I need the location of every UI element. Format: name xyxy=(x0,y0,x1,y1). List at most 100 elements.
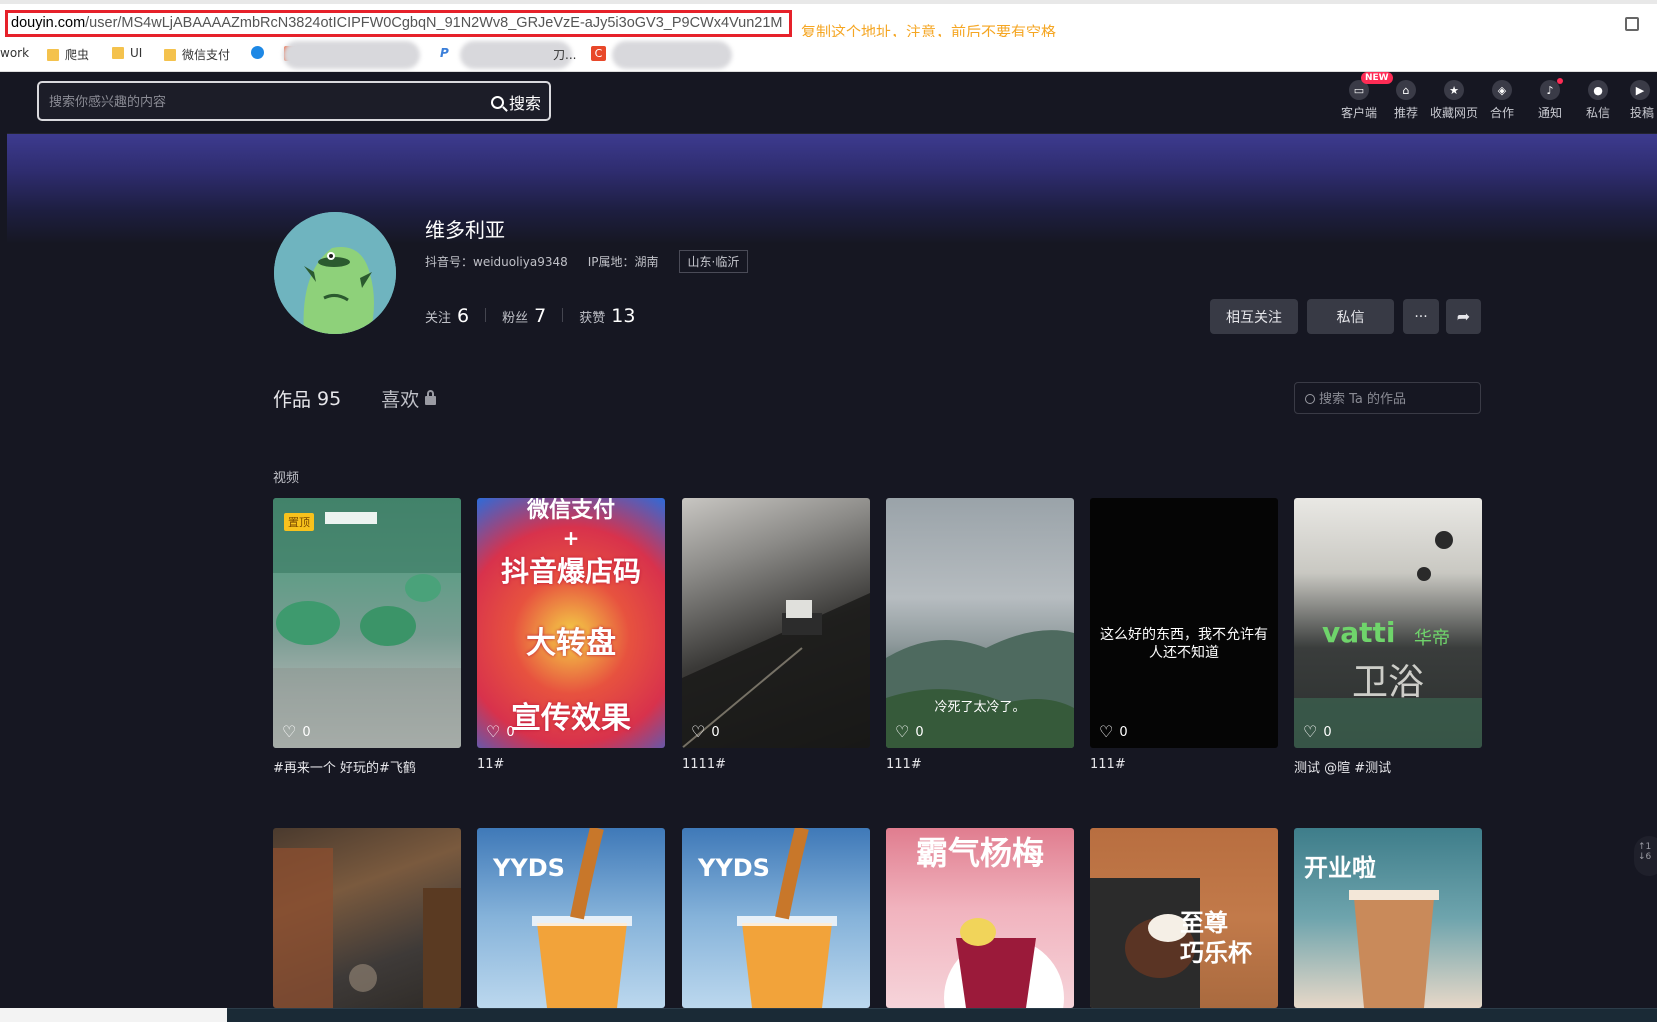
douyin-id: 抖音号：weiduoliya9348 xyxy=(425,255,568,269)
extension-icon[interactable] xyxy=(1625,17,1639,31)
url-field[interactable]: douyin.com/user/MS4wLjABAAAAZmbRcN3824ot… xyxy=(5,10,792,37)
like-count: ♡ 0 xyxy=(282,722,311,741)
video-thumbnail: 置顶 ♡ 0 xyxy=(273,498,461,748)
video-caption: 11# xyxy=(477,757,505,772)
bookmark-crawler[interactable]: 爬虫 xyxy=(47,46,89,63)
video-card[interactable]: vatti 华帝 卫浴 ♡ 0 测试 @暄 #测试 xyxy=(1294,498,1482,776)
video-thumbnail: 微信支付 + 抖音爆店码 大转盘 宣传效果 ♡ 0 xyxy=(477,498,665,748)
nav-messages[interactable]: ● 私信 xyxy=(1574,80,1622,121)
thumb-text: 抖音爆店码 xyxy=(500,555,641,588)
thumb-art xyxy=(273,848,461,1008)
divider xyxy=(562,308,564,322)
profile-tabs: 作品 95 喜欢 xyxy=(273,385,437,412)
site-header: 搜索 ▭NEW 客户端 ⌂ 推荐 ★ 收藏网页 ◈ 合作 ♪ 通知 ● 私信 ▶ xyxy=(7,72,1657,134)
c-icon: C xyxy=(591,46,606,61)
video-thumbnail xyxy=(273,828,461,1008)
video-card[interactable]: 这么好的东西，我不允许有人还不知道 ♡ 0 111# xyxy=(1090,498,1278,772)
stat-likes: 获赞 13 xyxy=(579,305,636,327)
video-caption: 111# xyxy=(886,757,922,772)
heart-icon: ♡ xyxy=(1099,722,1114,741)
profile-name: 维多利亚 xyxy=(425,218,505,242)
handshake-icon: ◈ xyxy=(1492,80,1512,100)
stat-following[interactable]: 关注 6 xyxy=(425,305,469,327)
thumb-text: 巧乐杯 xyxy=(1180,939,1252,967)
video-card[interactable]: 霸气杨梅 xyxy=(886,828,1074,1008)
search-input[interactable] xyxy=(49,91,449,113)
blurred-bookmark xyxy=(612,41,732,69)
screen: douyin.com/user/MS4wLjABAAAAZmbRcN3824ot… xyxy=(0,0,1657,1022)
bookmark-p[interactable]: P xyxy=(440,46,449,60)
thumb-text: vatti xyxy=(1322,616,1396,649)
thumb-text: 霸气杨梅 xyxy=(915,834,1044,872)
heart-icon: ♡ xyxy=(691,722,706,741)
speed-widget[interactable]: ↑1 ↓6 xyxy=(1634,836,1657,876)
tab-works[interactable]: 作品 95 xyxy=(273,385,341,412)
video-card[interactable]: 微信支付 + 抖音爆店码 大转盘 宣传效果 ♡ 0 11# xyxy=(477,498,665,772)
video-card[interactable]: 开业啦 xyxy=(1294,828,1482,1008)
video-card[interactable]: 至尊 巧乐杯 xyxy=(1090,828,1278,1008)
nav-cooperate[interactable]: ◈ 合作 xyxy=(1478,80,1526,121)
heart-icon: ♡ xyxy=(1303,722,1318,741)
heart-icon: ♡ xyxy=(895,722,910,741)
heart-icon: ♡ xyxy=(486,722,501,741)
search-bar: 搜索 xyxy=(37,81,551,121)
video-card[interactable]: ♡ 0 1111# xyxy=(682,498,870,772)
thumb-art xyxy=(682,593,870,748)
p-icon: P xyxy=(440,46,449,60)
bookmark-ui[interactable]: UI xyxy=(112,46,142,60)
avatar[interactable] xyxy=(274,212,396,334)
plus-sign: + xyxy=(562,526,580,550)
like-count: ♡ 0 xyxy=(1099,722,1128,741)
monitor-icon: ▭ NEW xyxy=(1349,72,1393,100)
stat-followers[interactable]: 粉丝 7 xyxy=(502,305,546,327)
taskbar-search[interactable] xyxy=(0,1008,227,1022)
bookmark-work[interactable]: work xyxy=(0,46,29,60)
like-count: ♡ 0 xyxy=(486,722,515,741)
thumb-text: YYDS xyxy=(493,854,565,882)
tab-liked[interactable]: 喜欢 xyxy=(381,385,437,412)
bookmark-c[interactable]: C xyxy=(591,46,606,61)
shield-icon xyxy=(251,46,264,59)
nav-client[interactable]: ▭ NEW 客户端 xyxy=(1335,72,1393,121)
blurred-bookmark xyxy=(283,41,420,69)
upload-icon: ▶ xyxy=(1630,80,1650,100)
nav-bookmark[interactable]: ★ 收藏网页 xyxy=(1430,80,1478,121)
browser-address-bar: douyin.com/user/MS4wLjABAAAAZmbRcN3824ot… xyxy=(0,0,1657,41)
message-button[interactable]: 私信 xyxy=(1307,299,1394,334)
video-card[interactable]: YYDS xyxy=(477,828,665,1008)
home-icon: ⌂ xyxy=(1396,80,1416,100)
profile-stats: 关注 6 粉丝 7 获赞 13 xyxy=(425,305,635,327)
like-count: ♡ 0 xyxy=(1303,722,1332,741)
folder-icon xyxy=(112,47,124,59)
video-thumbnail: YYDS xyxy=(477,828,665,1008)
video-card[interactable]: 置顶 ♡ 0 #再来一个 好玩的#飞鹤 xyxy=(273,498,461,776)
video-card[interactable]: YYDS xyxy=(682,828,870,1008)
video-thumbnail: ♡ 0 xyxy=(682,498,870,748)
bookmark-dao[interactable]: 刀... xyxy=(553,46,576,63)
heart-icon: ♡ xyxy=(282,722,297,741)
video-card[interactable] xyxy=(273,828,461,1008)
thumb-text: 开业啦 xyxy=(1304,854,1376,882)
thumb-text: 卫浴 xyxy=(1351,662,1424,703)
mutual-follow-button[interactable]: 相互关注 xyxy=(1210,299,1298,334)
section-label: 视频 xyxy=(273,471,300,486)
nav-upload[interactable]: ▶ 投稿 xyxy=(1622,80,1657,121)
bookmarks-bar: work 爬虫 UI 微信支付 P 刀... C xyxy=(0,37,1657,72)
thumb-text: 微信支付 xyxy=(526,498,615,523)
location-tag: 山东·临沂 xyxy=(678,250,749,273)
more-button[interactable]: ··· xyxy=(1403,299,1439,334)
video-card[interactable]: 冷死了太冷了。 ♡ 0 111# xyxy=(886,498,1074,772)
url-path: /user/MS4wLjABAAAAZmbRcN3824otICIPFW0Cgb… xyxy=(85,15,783,31)
lock-icon xyxy=(425,390,437,405)
video-caption: 1111# xyxy=(682,757,726,772)
bookmark-wechat-pay[interactable]: 微信支付 xyxy=(164,46,230,63)
bookmark-blue[interactable] xyxy=(251,46,264,59)
nav-notifications[interactable]: ♪ 通知 xyxy=(1526,78,1574,121)
video-thumbnail: 这么好的东西，我不允许有人还不知道 ♡ 0 xyxy=(1090,498,1278,748)
chat-icon: ● xyxy=(1588,80,1608,100)
works-search-input[interactable] xyxy=(1319,390,1474,408)
search-button[interactable]: 搜索 xyxy=(490,91,541,113)
share-button[interactable]: ➦ xyxy=(1446,299,1481,334)
video-thumbnail: YYDS xyxy=(682,828,870,1008)
nav-recommend[interactable]: ⌂ 推荐 xyxy=(1382,80,1430,121)
